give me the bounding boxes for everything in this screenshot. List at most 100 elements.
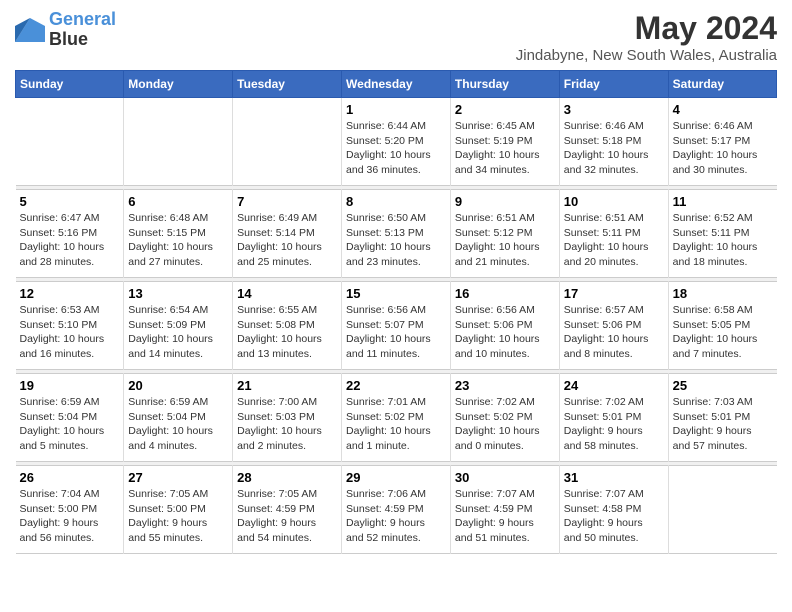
day-number: 2 [455,102,555,117]
day-cell: 30 Sunrise: 7:07 AM Sunset: 4:59 PM Dayli… [450,466,559,554]
day-number: 14 [237,286,337,301]
week-row-4: 19 Sunrise: 6:59 AM Sunset: 5:04 PM Dayli… [16,374,777,462]
day-info: Sunrise: 6:58 AM Sunset: 5:05 PM Dayligh… [673,303,773,362]
weekday-header-tuesday: Tuesday [233,71,342,98]
day-cell: 6Sunrise: 6:48 AM Sunset: 5:15 PM Daylig… [124,190,233,278]
week-row-5: 26 Sunrise: 7:04 AM Sunset: 5:00 PM Dayli… [16,466,777,554]
day-number: 16 [455,286,555,301]
weekday-header-thursday: Thursday [450,71,559,98]
day-number: 12 [20,286,120,301]
day-cell: 21Sunrise: 7:00 AM Sunset: 5:03 PM Dayli… [233,374,342,462]
day-number: 22 [346,378,446,393]
day-info: Sunrise: 6:45 AM Sunset: 5:19 PM Dayligh… [455,119,555,178]
weekday-header-sunday: Sunday [16,71,124,98]
day-info: Sunrise: 7:07 AM Sunset: 4:59 PM Dayligh… [455,487,555,546]
day-number: 29 [346,470,446,485]
day-cell: 25 Sunrise: 7:03 AM Sunset: 5:01 PM Dayli… [668,374,776,462]
day-number: 7 [237,194,337,209]
day-number: 18 [673,286,773,301]
day-cell [16,98,124,186]
day-cell: 19 Sunrise: 6:59 AM Sunset: 5:04 PM Dayli… [16,374,124,462]
day-info: Sunrise: 6:59 AM Sunset: 5:04 PM Dayligh… [128,395,228,454]
day-cell: 8 Sunrise: 6:50 AM Sunset: 5:13 PM Daylig… [342,190,451,278]
day-cell [668,466,776,554]
day-info: Sunrise: 7:05 AM Sunset: 5:00 PM Dayligh… [128,487,228,546]
day-info: Sunrise: 6:59 AM Sunset: 5:04 PM Dayligh… [20,395,120,454]
day-cell: 5 Sunrise: 6:47 AM Sunset: 5:16 PM Daylig… [16,190,124,278]
day-number: 27 [128,470,228,485]
week-row-3: 12 Sunrise: 6:53 AM Sunset: 5:10 PM Dayli… [16,282,777,370]
day-cell: 9 Sunrise: 6:51 AM Sunset: 5:12 PM Daylig… [450,190,559,278]
weekday-header-wednesday: Wednesday [342,71,451,98]
page-header: General Blue May 2024 Jindabyne, New Sou… [15,10,777,64]
day-info: Sunrise: 6:54 AM Sunset: 5:09 PM Dayligh… [128,303,228,362]
day-number: 6 [128,194,228,209]
weekday-header-friday: Friday [559,71,668,98]
day-info: Sunrise: 6:47 AM Sunset: 5:16 PM Dayligh… [20,211,120,270]
day-number: 26 [20,470,120,485]
day-number: 23 [455,378,555,393]
day-number: 1 [346,102,446,117]
day-number: 15 [346,286,446,301]
logo-icon [15,18,45,42]
day-cell: 7 Sunrise: 6:49 AM Sunset: 5:14 PM Daylig… [233,190,342,278]
day-cell: 20 Sunrise: 6:59 AM Sunset: 5:04 PM Dayli… [124,374,233,462]
week-row-1: 1Sunrise: 6:44 AM Sunset: 5:20 PM Daylig… [16,98,777,186]
day-info: Sunrise: 6:53 AM Sunset: 5:10 PM Dayligh… [20,303,120,362]
day-cell: 16 Sunrise: 6:56 AM Sunset: 5:06 PM Dayli… [450,282,559,370]
day-number: 8 [346,194,446,209]
weekday-header-monday: Monday [124,71,233,98]
day-number: 3 [564,102,664,117]
day-info: Sunrise: 7:06 AM Sunset: 4:59 PM Dayligh… [346,487,446,546]
day-number: 25 [673,378,773,393]
day-cell: 29 Sunrise: 7:06 AM Sunset: 4:59 PM Dayli… [342,466,451,554]
day-number: 28 [237,470,337,485]
day-cell: 13Sunrise: 6:54 AM Sunset: 5:09 PM Dayli… [124,282,233,370]
day-cell: 18 Sunrise: 6:58 AM Sunset: 5:05 PM Dayli… [668,282,776,370]
day-info: Sunrise: 7:00 AM Sunset: 5:03 PM Dayligh… [237,395,337,454]
day-info: Sunrise: 7:07 AM Sunset: 4:58 PM Dayligh… [564,487,664,546]
day-number: 30 [455,470,555,485]
day-number: 31 [564,470,664,485]
day-info: Sunrise: 6:56 AM Sunset: 5:07 PM Dayligh… [346,303,446,362]
day-cell: 14Sunrise: 6:55 AM Sunset: 5:08 PM Dayli… [233,282,342,370]
title-block: May 2024 Jindabyne, New South Wales, Aus… [516,10,777,64]
day-number: 24 [564,378,664,393]
day-info: Sunrise: 6:56 AM Sunset: 5:06 PM Dayligh… [455,303,555,362]
day-info: Sunrise: 6:52 AM Sunset: 5:11 PM Dayligh… [673,211,773,270]
day-number: 4 [673,102,773,117]
calendar-table: SundayMondayTuesdayWednesdayThursdayFrid… [15,70,777,554]
day-info: Sunrise: 6:50 AM Sunset: 5:13 PM Dayligh… [346,211,446,270]
subtitle: Jindabyne, New South Wales, Australia [516,47,777,64]
day-info: Sunrise: 7:04 AM Sunset: 5:00 PM Dayligh… [20,487,120,546]
day-number: 17 [564,286,664,301]
day-cell: 1Sunrise: 6:44 AM Sunset: 5:20 PM Daylig… [342,98,451,186]
day-cell: 31 Sunrise: 7:07 AM Sunset: 4:58 PM Dayli… [559,466,668,554]
day-number: 9 [455,194,555,209]
week-row-2: 5 Sunrise: 6:47 AM Sunset: 5:16 PM Daylig… [16,190,777,278]
logo-text: General Blue [49,10,116,50]
day-info: Sunrise: 6:46 AM Sunset: 5:17 PM Dayligh… [673,119,773,178]
day-cell: 17Sunrise: 6:57 AM Sunset: 5:06 PM Dayli… [559,282,668,370]
day-cell [124,98,233,186]
day-info: Sunrise: 7:01 AM Sunset: 5:02 PM Dayligh… [346,395,446,454]
day-info: Sunrise: 7:02 AM Sunset: 5:01 PM Dayligh… [564,395,664,454]
day-number: 19 [20,378,120,393]
day-number: 20 [128,378,228,393]
logo: General Blue [15,10,116,50]
day-cell: 2 Sunrise: 6:45 AM Sunset: 5:19 PM Daylig… [450,98,559,186]
day-cell: 27 Sunrise: 7:05 AM Sunset: 5:00 PM Dayli… [124,466,233,554]
day-cell: 23Sunrise: 7:02 AM Sunset: 5:02 PM Dayli… [450,374,559,462]
day-info: Sunrise: 6:51 AM Sunset: 5:12 PM Dayligh… [455,211,555,270]
day-number: 11 [673,194,773,209]
day-info: Sunrise: 6:46 AM Sunset: 5:18 PM Dayligh… [564,119,664,178]
day-cell: 12 Sunrise: 6:53 AM Sunset: 5:10 PM Dayli… [16,282,124,370]
day-cell: 15 Sunrise: 6:56 AM Sunset: 5:07 PM Dayli… [342,282,451,370]
day-info: Sunrise: 7:03 AM Sunset: 5:01 PM Dayligh… [673,395,773,454]
day-info: Sunrise: 6:51 AM Sunset: 5:11 PM Dayligh… [564,211,664,270]
day-number: 5 [20,194,120,209]
day-info: Sunrise: 7:05 AM Sunset: 4:59 PM Dayligh… [237,487,337,546]
day-info: Sunrise: 6:49 AM Sunset: 5:14 PM Dayligh… [237,211,337,270]
day-cell: 11 Sunrise: 6:52 AM Sunset: 5:11 PM Dayli… [668,190,776,278]
day-cell: 3 Sunrise: 6:46 AM Sunset: 5:18 PM Daylig… [559,98,668,186]
